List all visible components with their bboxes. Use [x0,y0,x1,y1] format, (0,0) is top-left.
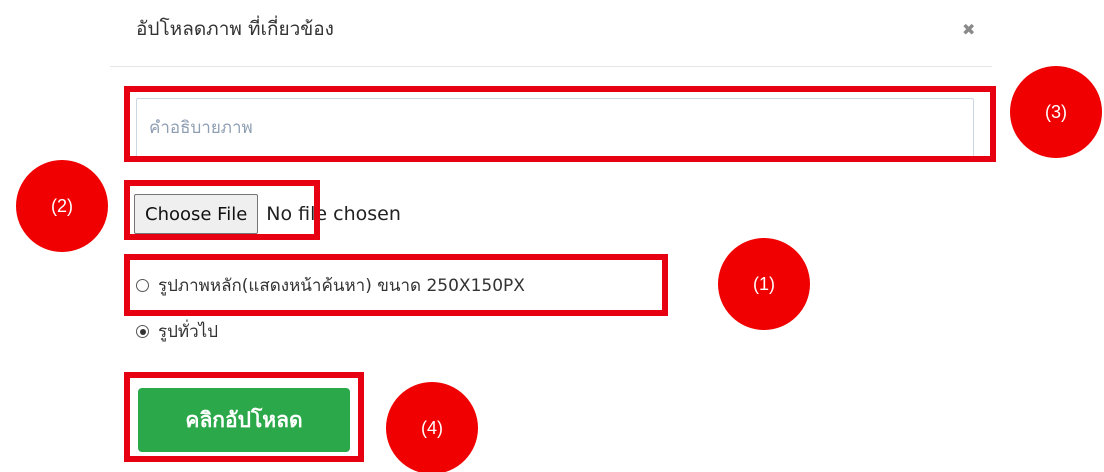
file-picker: Choose File No file chosen [134,194,401,234]
header-divider [110,66,992,67]
choose-file-button[interactable]: Choose File [134,194,259,234]
radio-option-main-image[interactable]: รูปภาพหลัก(แสดงหน้าค้นหา) ขนาด 250X150PX [136,272,525,299]
file-status: No file chosen [266,203,401,225]
radio-label-main-image: รูปภาพหลัก(แสดงหน้าค้นหา) ขนาด 250X150PX [158,276,525,296]
annotation-badge-3: (3) [1010,66,1102,158]
radio-icon[interactable] [136,325,149,338]
dialog-title: อัปโหลดภาพ ที่เกี่ยวข้อง [136,18,334,40]
upload-button[interactable]: คลิกอัปโหลด [138,388,350,452]
image-description-input[interactable] [136,98,974,158]
upload-image-dialog: อัปโหลดภาพ ที่เกี่ยวข้อง ✖ Choose File N… [0,0,1104,472]
close-icon[interactable]: ✖ [962,20,975,39]
annotation-badge-2: (2) [16,160,108,252]
radio-option-general-image[interactable]: รูปทั่วไป [136,318,218,345]
annotation-badge-1: (1) [718,238,810,330]
annotation-badge-4: (4) [386,382,478,472]
radio-icon[interactable] [136,279,149,292]
radio-label-general-image: รูปทั่วไป [158,322,219,342]
